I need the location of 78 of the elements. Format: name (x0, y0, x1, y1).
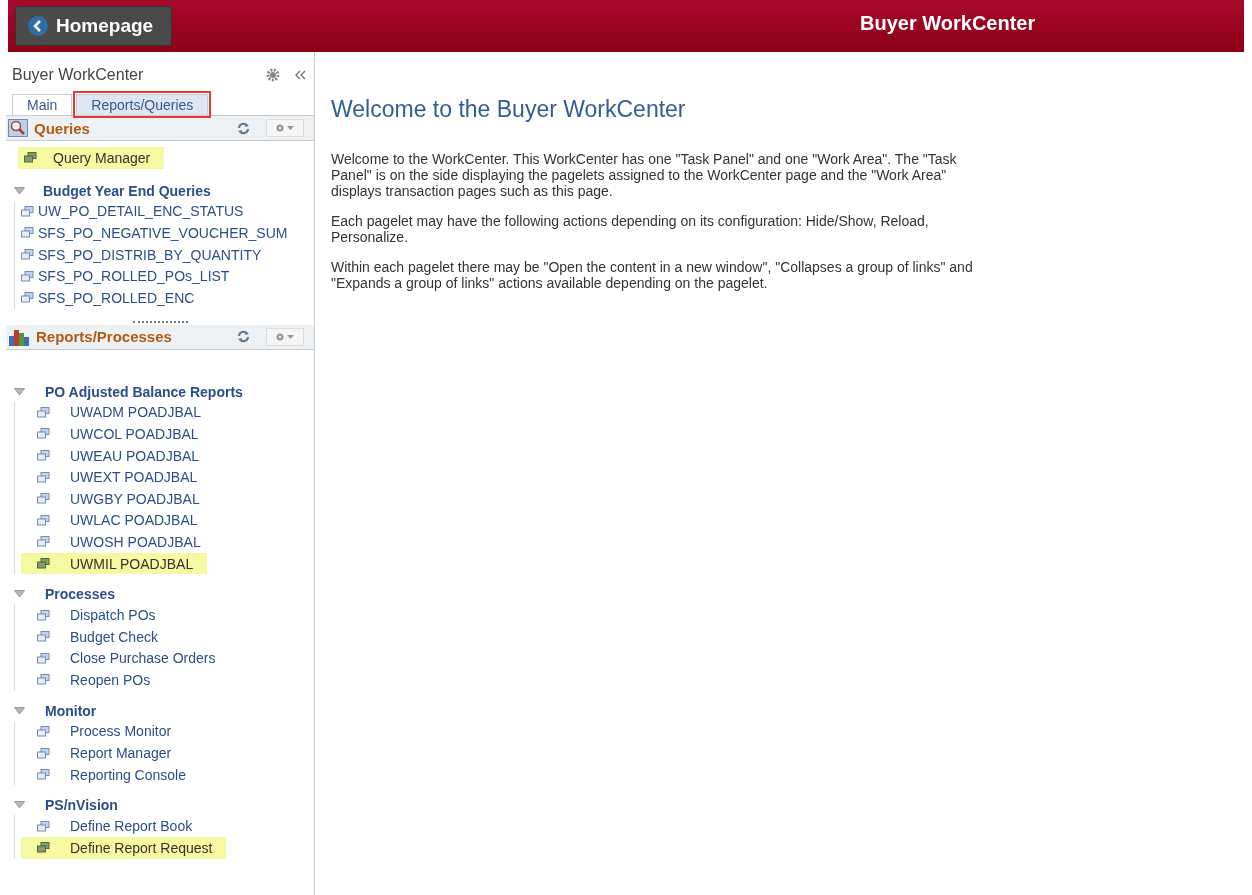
expanded-triangle-icon (14, 801, 25, 810)
window-link-icon (37, 450, 50, 462)
group-header[interactable]: PO Adjusted Balance Reports (6, 371, 243, 402)
window-link-icon (37, 609, 50, 621)
homepage-button[interactable]: Homepage (15, 6, 173, 46)
window-link-icon (21, 292, 34, 304)
group-header[interactable]: Processes (6, 574, 116, 605)
resize-handle[interactable] (132, 320, 188, 323)
page-title: Buyer WorkCenter (860, 12, 1036, 35)
bar-chart-icon (8, 327, 30, 346)
tab[interactable]: Reports/Queries (76, 94, 209, 115)
window-link-icon (37, 493, 50, 505)
report-link[interactable]: Reopen POs (21, 669, 165, 691)
report-link[interactable]: SFS_PO_DISTRIB_BY_QUANTITY (15, 243, 276, 266)
report-link[interactable]: UWCOL POADJBAL (21, 423, 213, 445)
panel-title: Buyer WorkCenter (12, 66, 145, 84)
report-link[interactable]: UWEXT POADJBAL (21, 466, 212, 488)
report-link[interactable]: UWADM POADJBAL (21, 401, 215, 424)
pagelet-title: Reports/Processes (36, 328, 172, 346)
group-header[interactable]: Monitor (6, 690, 97, 721)
window-link-icon (21, 205, 34, 217)
window-link-icon (37, 471, 50, 483)
window-link-icon (37, 769, 50, 781)
expanded-triangle-icon (14, 706, 25, 715)
gear-caret-icon (274, 123, 296, 133)
window-link-icon (37, 820, 50, 832)
window-link-icon (37, 652, 50, 664)
report-link[interactable]: SFS_PO_NEGATIVE_VOUCHER_SUM (15, 222, 302, 244)
report-link[interactable]: Define Report Book (21, 815, 207, 838)
report-link[interactable]: Close Purchase Orders (21, 647, 230, 670)
expanded-triangle-icon (14, 186, 25, 195)
report-link[interactable]: Query Manager (18, 147, 165, 169)
report-link[interactable]: SFS_PO_ROLLED_ENC (15, 286, 209, 309)
description-paragraph: Within each pagelet there may be "Open the content in a new window", "Collapses a group of links" and "Expands a group of links" actions available depending on the pagelet. (331, 259, 974, 291)
window-link-icon (37, 428, 50, 440)
window-link-icon (21, 249, 34, 261)
description-paragraph: Welcome to the WorkCenter. This WorkCenter has one "Task Panel" and one "Work Area". The "Task Panel" is on the side displaying the pagelets assigned to the WorkCenter page and the "Work Area" displays transaction pages such as this page. (331, 151, 958, 199)
window-link-icon (37, 631, 50, 643)
window-link-icon (21, 270, 34, 282)
report-link[interactable]: Define Report Request (21, 837, 227, 859)
expanded-triangle-icon (14, 387, 25, 396)
group-header[interactable]: PS/nVision (6, 785, 118, 816)
options-button[interactable] (266, 119, 304, 137)
options-button[interactable] (266, 327, 304, 346)
window-link-icon (24, 152, 37, 164)
window-link-icon (37, 536, 50, 548)
tab[interactable]: Main (12, 94, 73, 115)
window-link-icon (37, 726, 50, 737)
report-link[interactable]: UWLAC POADJBAL (21, 509, 212, 532)
settings-icon[interactable] (266, 68, 280, 82)
report-link[interactable]: Budget Check (21, 625, 172, 648)
expanded-triangle-icon (14, 590, 25, 599)
report-link[interactable]: UWMIL POADJBAL (21, 552, 208, 575)
description-paragraph: Each pagelet may have the following actions depending on its configuration: Hide/Show, Reload, Personalize. (331, 213, 930, 245)
report-link[interactable]: Reporting Console (21, 763, 200, 786)
report-link[interactable]: Report Manager (21, 742, 186, 764)
report-link[interactable]: Process Monitor (21, 720, 186, 743)
report-link[interactable]: UWEAU POADJBAL (21, 444, 214, 467)
refresh-icon[interactable] (237, 121, 250, 135)
group-header[interactable]: Budget Year End Queries (6, 168, 211, 201)
window-link-icon (37, 747, 50, 759)
report-link[interactable]: SFS_PO_ROLLED_POs_LIST (15, 265, 244, 287)
window-link-icon (37, 406, 50, 418)
report-link[interactable]: Dispatch POs (21, 604, 170, 626)
gear-caret-icon (274, 331, 296, 342)
window-link-icon (37, 674, 50, 686)
report-link[interactable]: UWOSH POADJBAL (21, 531, 215, 553)
work-area-title: Welcome to the Buyer WorkCenter (331, 96, 687, 123)
pagelet-title: Queries (34, 119, 90, 137)
window-link-icon (37, 558, 50, 569)
back-icon (28, 16, 48, 36)
refresh-icon[interactable] (237, 330, 250, 344)
collapse-icon[interactable] (294, 69, 306, 81)
window-link-icon (37, 842, 50, 854)
window-link-icon (21, 227, 34, 239)
window-link-icon (37, 514, 50, 526)
report-link[interactable]: UW_PO_DETAIL_ENC_STATUS (15, 200, 258, 223)
report-link[interactable]: UWGBY POADJBAL (21, 487, 214, 510)
